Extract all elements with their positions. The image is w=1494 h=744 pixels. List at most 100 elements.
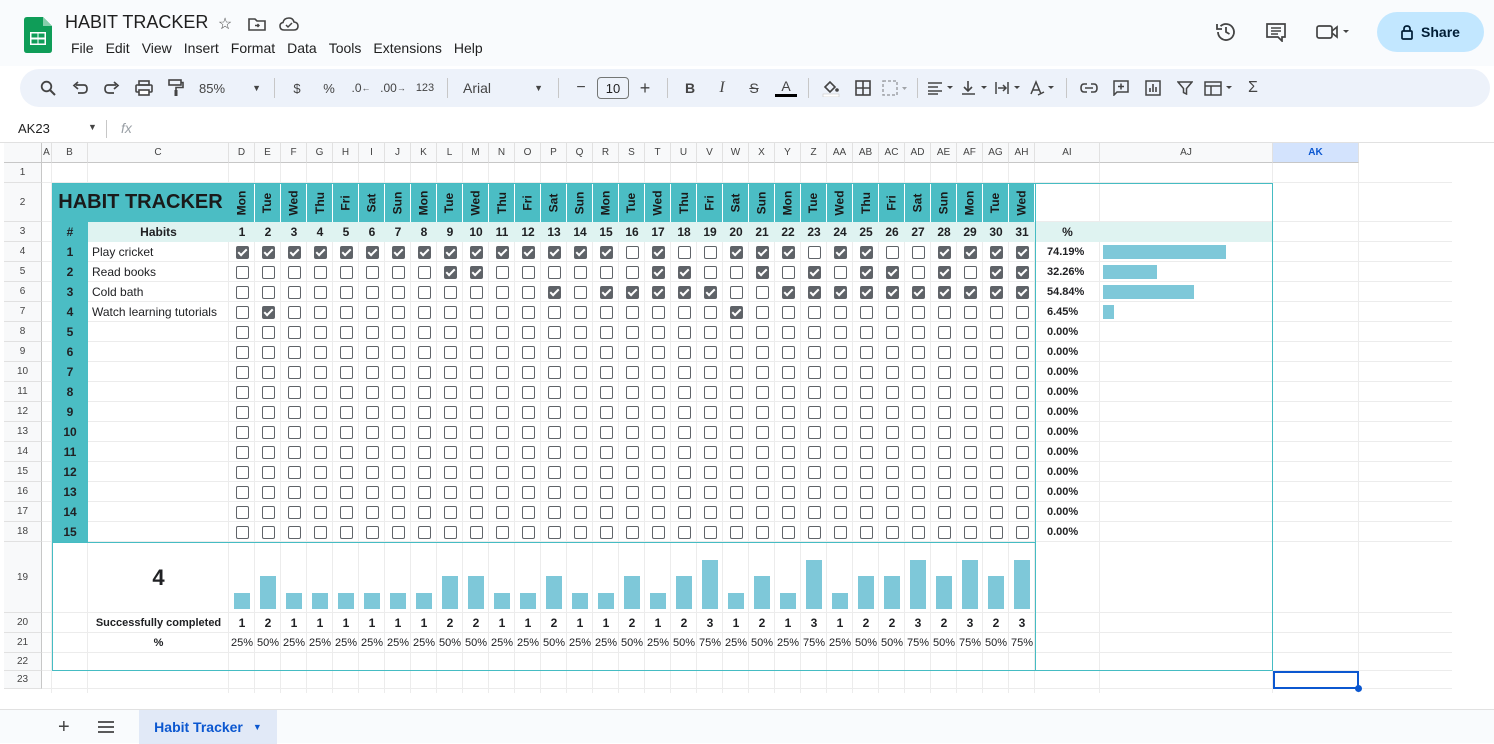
habit-checkbox[interactable] xyxy=(521,465,535,479)
habit-checkbox[interactable] xyxy=(417,485,431,499)
habit-checkbox[interactable] xyxy=(885,505,899,519)
font-select[interactable]: Arial ▼ xyxy=(457,74,549,102)
habit-checkbox[interactable] xyxy=(495,245,509,259)
row-header-15[interactable]: 15 xyxy=(4,462,42,482)
column-header-f[interactable]: F xyxy=(281,143,307,163)
habit-checkbox[interactable] xyxy=(365,245,379,259)
habit-checkbox[interactable] xyxy=(937,485,951,499)
chevron-down-icon[interactable]: ▼ xyxy=(88,122,97,132)
habit-checkbox[interactable] xyxy=(417,445,431,459)
habit-checkbox[interactable] xyxy=(625,265,639,279)
habit-checkbox[interactable] xyxy=(417,285,431,299)
habit-checkbox[interactable] xyxy=(339,445,353,459)
habit-checkbox[interactable] xyxy=(677,285,691,299)
habit-checkbox[interactable] xyxy=(235,525,249,539)
habit-checkbox[interactable] xyxy=(755,385,769,399)
insert-comment-icon[interactable] xyxy=(1108,74,1134,102)
habit-checkbox[interactable] xyxy=(365,345,379,359)
sheet-tab-habit-tracker[interactable]: Habit Tracker ▼ xyxy=(139,710,277,744)
habit-checkbox[interactable] xyxy=(391,385,405,399)
more-formats-button[interactable]: 123 xyxy=(412,74,438,102)
column-header-j[interactable]: J xyxy=(385,143,411,163)
column-header-r[interactable]: R xyxy=(593,143,619,163)
habit-checkbox[interactable] xyxy=(807,325,821,339)
habit-checkbox[interactable] xyxy=(287,385,301,399)
habit-name[interactable]: Read books xyxy=(88,262,229,282)
habit-checkbox[interactable] xyxy=(313,465,327,479)
habit-checkbox[interactable] xyxy=(391,245,405,259)
habit-checkbox[interactable] xyxy=(833,385,847,399)
habit-checkbox[interactable] xyxy=(235,365,249,379)
habit-checkbox[interactable] xyxy=(625,285,639,299)
habit-name[interactable] xyxy=(88,462,229,482)
habit-checkbox[interactable] xyxy=(443,485,457,499)
column-header-d[interactable]: D xyxy=(229,143,255,163)
habit-checkbox[interactable] xyxy=(963,465,977,479)
row-header-6[interactable]: 6 xyxy=(4,282,42,302)
row-header-11[interactable]: 11 xyxy=(4,382,42,402)
habit-checkbox[interactable] xyxy=(235,385,249,399)
habit-checkbox[interactable] xyxy=(937,245,951,259)
habit-checkbox[interactable] xyxy=(859,465,873,479)
habit-checkbox[interactable] xyxy=(703,385,717,399)
habit-checkbox[interactable] xyxy=(365,425,379,439)
habit-checkbox[interactable] xyxy=(989,505,1003,519)
habit-checkbox[interactable] xyxy=(417,385,431,399)
habit-name[interactable] xyxy=(88,442,229,462)
habit-checkbox[interactable] xyxy=(443,505,457,519)
habit-checkbox[interactable] xyxy=(547,345,561,359)
habit-name[interactable]: Watch learning tutorials xyxy=(88,302,229,322)
row-header-10[interactable]: 10 xyxy=(4,362,42,382)
search-menus-icon[interactable] xyxy=(35,74,61,102)
habit-checkbox[interactable] xyxy=(547,325,561,339)
habit-checkbox[interactable] xyxy=(417,265,431,279)
menu-extensions[interactable]: Extensions xyxy=(367,40,447,56)
habit-checkbox[interactable] xyxy=(989,465,1003,479)
habit-checkbox[interactable] xyxy=(833,525,847,539)
habit-checkbox[interactable] xyxy=(547,385,561,399)
habit-checkbox[interactable] xyxy=(391,345,405,359)
habit-checkbox[interactable] xyxy=(859,425,873,439)
menu-data[interactable]: Data xyxy=(281,40,323,56)
habit-checkbox[interactable] xyxy=(599,345,613,359)
habit-checkbox[interactable] xyxy=(833,345,847,359)
habit-checkbox[interactable] xyxy=(885,485,899,499)
habit-checkbox[interactable] xyxy=(469,305,483,319)
habit-checkbox[interactable] xyxy=(911,465,925,479)
habit-checkbox[interactable] xyxy=(339,525,353,539)
habit-checkbox[interactable] xyxy=(547,485,561,499)
column-header-w[interactable]: W xyxy=(723,143,749,163)
habit-checkbox[interactable] xyxy=(469,485,483,499)
habit-checkbox[interactable] xyxy=(339,405,353,419)
habit-checkbox[interactable] xyxy=(573,365,587,379)
habit-checkbox[interactable] xyxy=(339,465,353,479)
habit-name[interactable]: Play cricket xyxy=(88,242,229,262)
habit-checkbox[interactable] xyxy=(651,245,665,259)
habit-checkbox[interactable] xyxy=(365,465,379,479)
habit-checkbox[interactable] xyxy=(1015,245,1029,259)
habit-checkbox[interactable] xyxy=(547,525,561,539)
habit-checkbox[interactable] xyxy=(521,505,535,519)
row-header-2[interactable]: 2 xyxy=(4,183,42,222)
habit-checkbox[interactable] xyxy=(755,505,769,519)
bold-button[interactable]: B xyxy=(677,74,703,102)
all-sheets-icon[interactable] xyxy=(98,720,114,738)
habit-checkbox[interactable] xyxy=(963,425,977,439)
habit-checkbox[interactable] xyxy=(781,505,795,519)
habit-checkbox[interactable] xyxy=(625,365,639,379)
habit-checkbox[interactable] xyxy=(781,405,795,419)
habit-checkbox[interactable] xyxy=(495,365,509,379)
habit-checkbox[interactable] xyxy=(677,485,691,499)
column-header-s[interactable]: S xyxy=(619,143,645,163)
habit-checkbox[interactable] xyxy=(573,265,587,279)
habit-checkbox[interactable] xyxy=(469,265,483,279)
habit-checkbox[interactable] xyxy=(781,345,795,359)
habit-checkbox[interactable] xyxy=(365,405,379,419)
habit-checkbox[interactable] xyxy=(261,445,275,459)
insert-chart-icon[interactable] xyxy=(1140,74,1166,102)
habit-checkbox[interactable] xyxy=(989,445,1003,459)
habit-checkbox[interactable] xyxy=(417,345,431,359)
column-header-ai[interactable]: AI xyxy=(1035,143,1100,163)
row-header-3[interactable]: 3 xyxy=(4,222,42,242)
habit-checkbox[interactable] xyxy=(807,505,821,519)
